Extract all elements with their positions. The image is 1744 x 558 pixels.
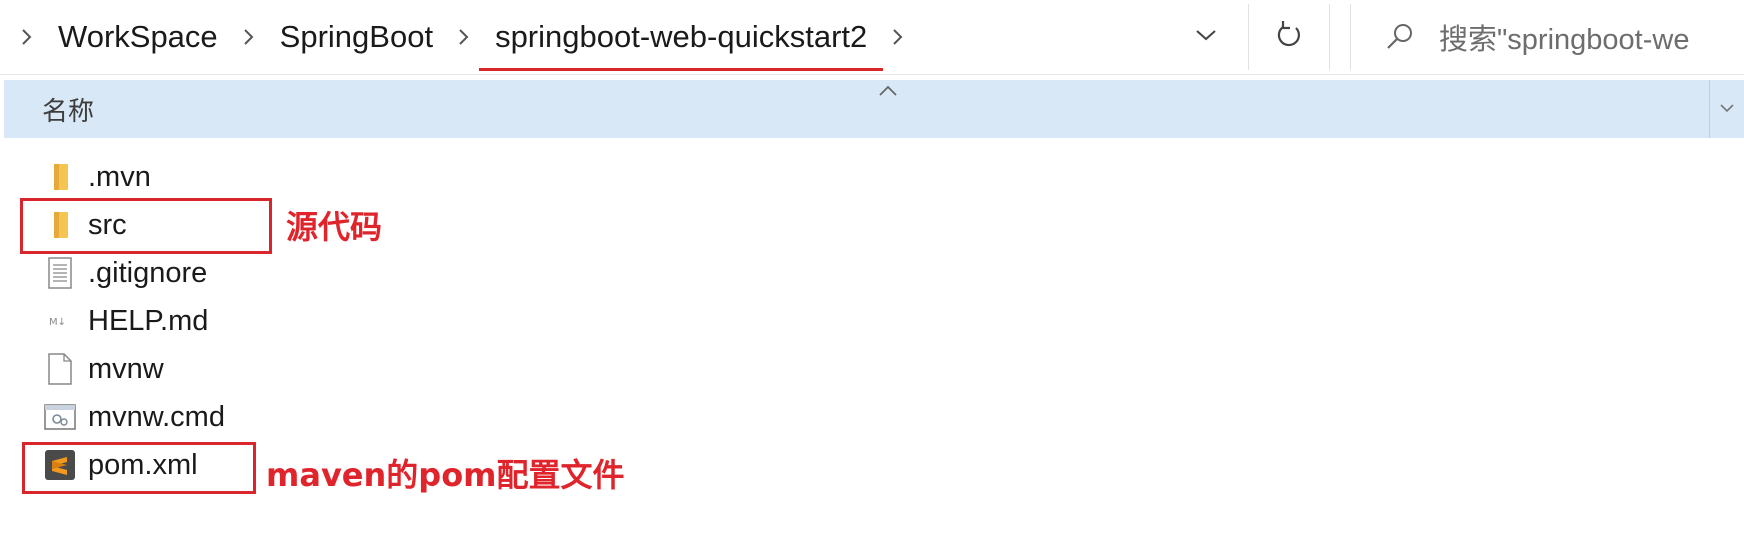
- highlight-box-pom: [22, 442, 256, 494]
- file-name: .mvn: [88, 160, 151, 193]
- chevron-down-icon: [1195, 28, 1217, 47]
- file-name: .gitignore: [88, 256, 208, 289]
- refresh-icon: [1274, 19, 1304, 56]
- list-item-gitignore[interactable]: .gitignore: [40, 250, 440, 296]
- folder-icon: [40, 157, 80, 197]
- breadcrumb-item-springboot[interactable]: SpringBoot: [280, 19, 433, 55]
- column-options-dropdown[interactable]: [1709, 80, 1744, 138]
- annotation-src: 源代码: [286, 208, 383, 246]
- breadcrumb: WorkSpace SpringBoot springboot-web-quic…: [0, 0, 1184, 74]
- breadcrumb-item-workspace[interactable]: WorkSpace: [58, 19, 218, 55]
- blank-file-icon: [40, 349, 80, 389]
- chevron-right-icon[interactable]: [242, 26, 256, 48]
- list-item-mvnw[interactable]: mvnw: [40, 346, 440, 392]
- file-name: HELP.md: [88, 304, 209, 337]
- refresh-button[interactable]: [1248, 4, 1330, 70]
- column-header-name[interactable]: 名称: [42, 80, 94, 138]
- column-header-bar: 名称: [4, 80, 1744, 138]
- search-placeholder: 搜索"springboot-we: [1439, 24, 1690, 56]
- chevron-right-icon[interactable]: [457, 26, 471, 48]
- chevron-right-icon[interactable]: [891, 26, 905, 48]
- chevron-right-icon[interactable]: [20, 26, 34, 48]
- list-item-mvn[interactable]: .mvn: [40, 154, 440, 200]
- list-item-help-md[interactable]: M↓ HELP.md: [40, 298, 440, 344]
- file-name: mvnw: [88, 352, 164, 385]
- text-file-icon: [40, 253, 80, 293]
- markdown-file-icon: M↓: [40, 301, 80, 341]
- list-item-mvnw-cmd[interactable]: mvnw.cmd: [40, 394, 440, 440]
- search-icon: [1385, 22, 1415, 52]
- highlight-box-src: [20, 198, 272, 254]
- address-bar: WorkSpace SpringBoot springboot-web-quic…: [0, 0, 1744, 75]
- chevron-down-icon: [1719, 100, 1735, 118]
- sort-ascending-icon: [878, 84, 898, 102]
- cmd-file-icon: [40, 397, 80, 437]
- address-history-dropdown[interactable]: [1180, 14, 1232, 60]
- annotation-pom: maven的pom配置文件: [266, 456, 625, 494]
- breadcrumb-item-current[interactable]: springboot-web-quickstart2: [479, 19, 884, 71]
- search-input[interactable]: 搜索"springboot-we: [1350, 4, 1744, 70]
- file-name: mvnw.cmd: [88, 400, 225, 433]
- svg-text:M↓: M↓: [49, 317, 66, 328]
